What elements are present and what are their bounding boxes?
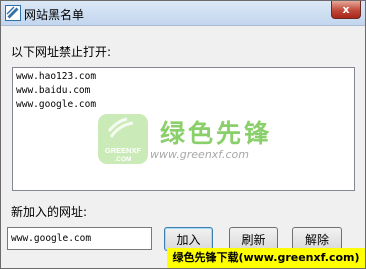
new-url-input[interactable] <box>7 227 152 250</box>
watermark-title: 绿色先锋 <box>160 119 273 148</box>
download-site-banner: 绿色先锋下载(www.greenxf.com) <box>167 248 365 268</box>
close-icon: x <box>342 3 350 16</box>
blacklist-window: 网站黑名单 x 以下网址禁止打开: GREENXF .COM 绿色先锋 www.… <box>0 0 366 269</box>
window-title: 网站黑名单 <box>24 8 85 22</box>
blacklist-app-icon <box>5 5 21 21</box>
greenxf-logo-watermark: GREENXF .COM <box>98 114 148 164</box>
logo-text-sub: .COM <box>115 156 132 163</box>
blocked-urls-label: 以下网址禁止打开: <box>11 45 112 59</box>
title-bar[interactable]: 网站黑名单 x <box>1 1 365 26</box>
close-button[interactable]: x <box>331 1 361 19</box>
blocked-url-item[interactable]: www.baidu.com <box>16 84 96 98</box>
new-url-label: 新加入的网址: <box>11 205 88 219</box>
blocked-url-item[interactable]: www.hao123.com <box>16 70 96 84</box>
blocked-url-item[interactable]: www.google.com <box>16 98 96 112</box>
logo-text: GREENXF <box>105 146 142 155</box>
blocked-urls-listbox[interactable]: GREENXF .COM 绿色先锋 www.greenxf.com www.ha… <box>12 67 355 191</box>
watermark-url: www.greenxf.com <box>150 148 249 161</box>
blocked-urls-list: www.hao123.com www.baidu.com www.google.co… <box>16 70 96 112</box>
